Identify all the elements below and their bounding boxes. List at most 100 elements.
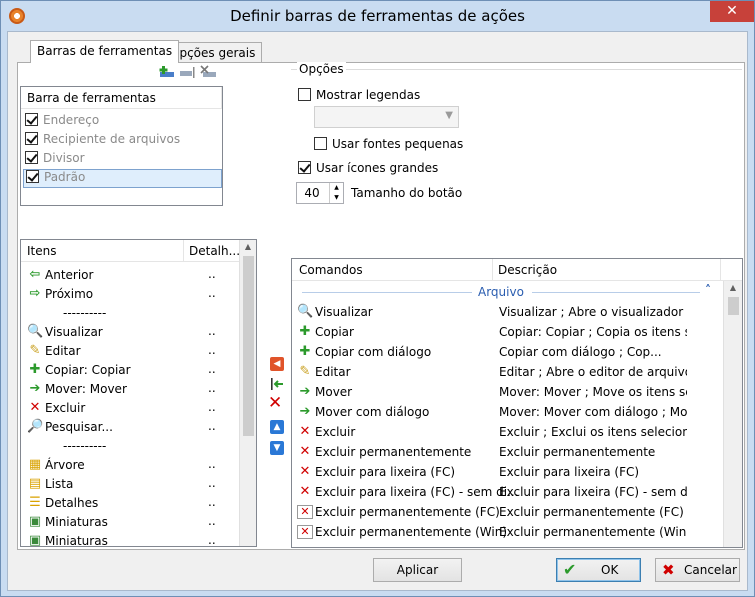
small-fonts-option[interactable]: Usar fontes pequenas [314,137,463,151]
toolbar-row-divider[interactable]: Divisor [25,151,85,170]
toolbar-label: Recipiente de arquivos [43,132,181,146]
button-size-stepper[interactable]: 40 ▲ ▼ [296,182,344,204]
item-label: Anterior [45,268,94,282]
show-captions-option[interactable]: Mostrar legendas [298,88,420,102]
command-label: Editar [315,365,351,379]
tab-panel: Barra de ferramentas Endereço Recipiente… [17,62,745,550]
item-detail: .. [208,495,216,509]
toolbar-row-address[interactable]: Endereço [25,113,99,132]
tab-toolbars[interactable]: Barras de ferramentas [30,40,180,63]
stepper-up-icon[interactable]: ▲ [329,183,343,193]
scroll-thumb[interactable] [243,256,254,436]
ok-button[interactable]: ✔ OK [556,558,641,582]
item-detail: .. [208,514,216,528]
command-row[interactable]: ➔ Mover Mover: Mover ; Move os itens sel..… [295,382,715,402]
command-row[interactable]: ✕ Excluir permanentemente (Win) Excluir pe… [295,522,715,542]
scroll-up-icon[interactable]: ▲ [240,240,256,254]
cancel-button[interactable]: ✖ Cancelar [655,558,740,582]
list-item[interactable]: ✕ Excluir.. [23,399,238,418]
description-column-header[interactable]: Descrição [498,263,557,277]
list-item[interactable]: ▣ Miniaturas.. [23,532,238,546]
list-item-separator[interactable]: ---------- [23,437,238,456]
add-toolbar-icon[interactable] [158,65,176,79]
command-row[interactable]: ➔ Mover com diálogo Mover: Mover com diálo… [295,402,715,422]
move-up-button[interactable]: ▲ [270,420,284,434]
command-description: Editar ; Abre o editor de arquivos ... [499,365,687,379]
commands-column-header[interactable]: Comandos [299,263,363,277]
commands-scrollbar[interactable]: ▲ [723,281,742,547]
item-label: Miniaturas [45,515,108,529]
detail-column-header[interactable]: Detalh... [189,244,240,258]
scroll-thumb[interactable] [728,297,739,315]
list-item[interactable]: ➔ Mover: Mover.. [23,380,238,399]
command-label: Visualizar [315,305,373,319]
chevron-up-icon[interactable]: ˄ [705,283,711,297]
item-label: Visualizar [45,325,103,339]
command-row[interactable]: 🔍 Visualizar Visualizar ; Abre o visualiza… [295,302,715,322]
item-detail: .. [208,419,216,433]
large-icons-checkbox[interactable] [298,161,311,174]
command-row[interactable]: ✚ Copiar Copiar: Copiar ; Copia os itens s… [295,322,715,342]
toolbar-row-standard[interactable]: Padrão [23,169,222,188]
remove-toolbar-icon[interactable] [200,65,218,79]
item-label: Lista [45,477,74,491]
items-column-header[interactable]: Itens [27,244,56,258]
list-item[interactable]: ▦ Árvore.. [23,456,238,475]
item-label: Detalhes [45,496,99,510]
move-down-button[interactable]: ▼ [270,441,284,455]
command-label: Excluir para lixeira (FC) [315,465,456,479]
list-item[interactable]: ▤ Lista.. [23,475,238,494]
checkbox-divider[interactable] [25,151,38,164]
large-icons-option[interactable]: Usar ícones grandes [298,161,438,175]
command-row[interactable]: ✕ Excluir para lixeira (FC) - sem di... Ex… [295,482,715,502]
command-row[interactable]: ✚ Copiar com diálogo Copiar com diálogo ; … [295,342,715,362]
close-button[interactable]: ✕ [710,1,754,22]
checkbox-standard[interactable] [26,170,39,183]
caption-style-select[interactable]: ▼ [314,106,459,128]
group-header-file[interactable]: Arquivo ˄ [292,283,724,301]
command-row[interactable]: ✕ Excluir Excluir ; Exclui os itens seleci… [295,422,715,442]
item-label: ---------- [63,306,107,320]
command-description: Excluir para lixeira (FC) [499,465,640,479]
remove-from-toolbar-button[interactable]: ✕ [268,395,282,412]
command-row[interactable]: ✕ Excluir para lixeira (FC) Excluir para l… [295,462,715,482]
command-description: Copiar: Copiar ; Copia os itens sel... [499,325,687,339]
button-size-value[interactable]: 40 [297,186,327,200]
command-description: Copiar com diálogo ; Cop... [499,345,662,359]
list-item-separator[interactable]: ---------- [23,304,238,323]
item-label: Copiar: Copiar [45,363,131,377]
checkbox-file-container[interactable] [25,132,38,145]
command-row[interactable]: ✕ Excluir permanentemente Excluir permanen… [295,442,715,462]
item-detail: .. [208,286,216,300]
apply-button[interactable]: Aplicar [373,558,462,582]
show-captions-checkbox[interactable] [298,88,311,101]
edit-icon: ✎ [29,343,41,358]
small-fonts-checkbox[interactable] [314,137,327,150]
insert-separator-button[interactable] [270,377,284,391]
add-to-toolbar-button[interactable]: ◀ [270,357,284,371]
rename-toolbar-icon[interactable] [179,65,197,79]
command-label: Copiar [315,325,354,339]
scroll-up-icon[interactable]: ▲ [724,281,742,295]
command-label: Mover com diálogo [315,405,430,419]
command-description: Excluir para lixeira (FC) - sem diál... [499,485,687,499]
command-row[interactable]: ✎ Editar Editar ; Abre o editor de arquivo… [295,362,715,382]
list-item[interactable]: ▣ Miniaturas.. [23,513,238,532]
list-item[interactable]: ☰ Detalhes.. [23,494,238,513]
items-scrollbar[interactable]: ▲ [239,240,256,546]
list-item[interactable]: ✚ Copiar: Copiar.. [23,361,238,380]
checkbox-address[interactable] [25,113,38,126]
toolbar-row-file-container[interactable]: Recipiente de arquivos [25,132,180,151]
command-description: Mover: Mover ; Move os itens sel... [499,385,687,399]
stepper-down-icon[interactable]: ▼ [329,193,343,203]
large-icons-label: Usar ícones grandes [316,161,439,175]
list-item[interactable]: ⇦ Anterior.. [23,266,238,285]
list-item[interactable]: 🔎 Pesquisar..... [23,418,238,437]
list-item[interactable]: ✎ Editar.. [23,342,238,361]
title-bar: Definir barras de ferramentas de ações ✕ [1,1,754,31]
header-separator [492,259,493,281]
list-item[interactable]: ⇨ Próximo.. [23,285,238,304]
command-label: Mover [315,385,353,399]
toolbars-column-header[interactable]: Barra de ferramentas [27,91,156,105]
list-item[interactable]: 🔍 Visualizar.. [23,323,238,342]
